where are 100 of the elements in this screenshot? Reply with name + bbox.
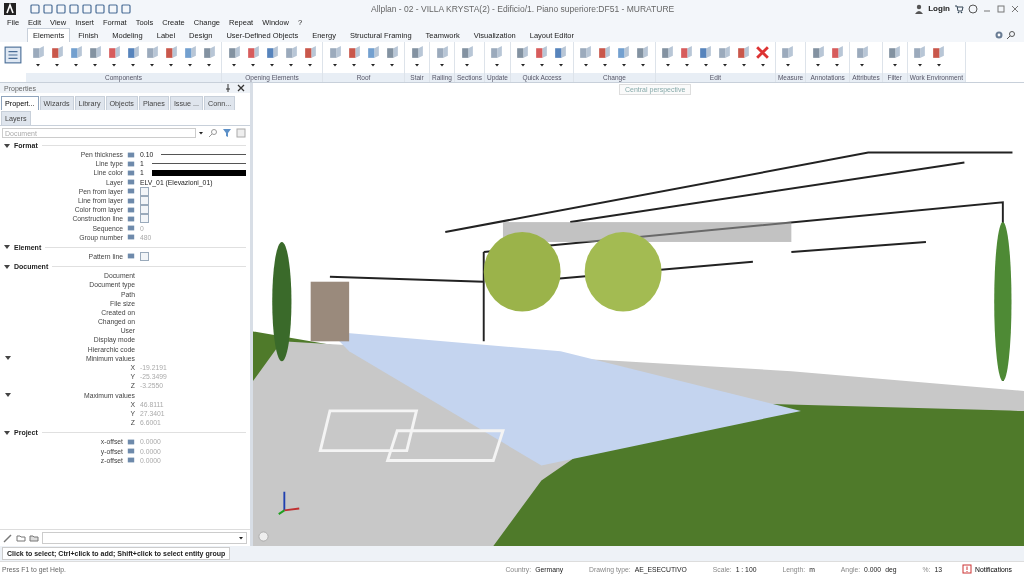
caret-icon (73, 63, 79, 67)
caret-icon (834, 63, 841, 67)
tool-icon (578, 45, 594, 60)
toolbar-icon[interactable] (121, 3, 131, 14)
tool-icon (717, 45, 733, 60)
caret-icon (620, 63, 627, 67)
tool-icon (163, 45, 179, 60)
collapse-triangle-icon[interactable] (5, 393, 11, 398)
caret-icon (464, 63, 470, 67)
checkbox[interactable] (140, 205, 149, 215)
caret-icon (538, 63, 545, 67)
tool-icon (346, 45, 362, 60)
tool-icon (931, 45, 947, 60)
caret-icon (784, 63, 791, 67)
filter-icon[interactable] (222, 128, 232, 138)
caret-icon (238, 536, 244, 540)
tool-icon (434, 45, 450, 60)
tool-icon (409, 45, 425, 60)
pencil-icon[interactable] (3, 533, 13, 543)
search-icon[interactable] (1006, 30, 1016, 40)
caret-icon (332, 63, 338, 67)
caret-icon (206, 63, 212, 67)
collapse-triangle-icon[interactable] (4, 264, 10, 269)
tool-icon (679, 45, 695, 60)
window-title: Allplan - 02 - VILLA KRYSTA(2) - Edificio/1. Piano superiore:DF51 - MURATURE (369, 3, 676, 14)
caret-icon (231, 63, 237, 67)
caret-icon (815, 63, 822, 67)
caret-icon (721, 63, 728, 67)
collapse-triangle-icon[interactable] (4, 143, 10, 148)
tool-icon (887, 45, 903, 60)
checkbox[interactable] (140, 196, 149, 206)
cart-icon[interactable] (954, 3, 964, 14)
maximize-icon[interactable] (996, 3, 1006, 14)
tool-icon (515, 45, 531, 60)
tool-icon (125, 45, 141, 60)
caret-icon (370, 63, 376, 67)
pin-icon[interactable] (223, 83, 233, 93)
caret-icon (439, 63, 445, 67)
navigation-icon[interactable] (258, 531, 269, 542)
caret-icon (493, 63, 500, 67)
tool-icon (780, 45, 796, 60)
list-icon (4, 46, 22, 64)
tool-icon (144, 45, 160, 60)
toolbar-icon[interactable] (43, 3, 53, 14)
caret-icon (740, 63, 747, 67)
search-icon[interactable] (208, 128, 218, 138)
tool-icon (302, 45, 318, 60)
close-icon[interactable] (236, 83, 246, 93)
caret-icon (759, 63, 766, 67)
caret-icon (639, 63, 646, 67)
settings-icon[interactable] (994, 30, 1004, 40)
caret-icon (557, 63, 564, 67)
toolbar-icon[interactable] (56, 3, 66, 14)
login-link[interactable]: Login (928, 4, 950, 13)
checkbox-icon[interactable] (236, 128, 246, 138)
caret-icon (187, 63, 193, 67)
caret-icon (683, 63, 690, 67)
tool-icon (616, 45, 632, 60)
property-icon (127, 252, 135, 261)
dropdown-caret-icon[interactable] (198, 131, 204, 135)
tool-icon (30, 45, 46, 60)
tool-icon (489, 45, 505, 60)
checkbox[interactable] (140, 251, 149, 261)
checkbox[interactable] (140, 214, 149, 224)
collapse-triangle-icon[interactable] (4, 430, 10, 435)
toolbar-icon[interactable] (95, 3, 105, 14)
caret-icon (601, 63, 608, 67)
user-icon (914, 3, 925, 14)
tool-icon (245, 45, 261, 60)
tool-icon (182, 45, 198, 60)
toolbar-icon[interactable] (30, 3, 40, 14)
tool-icon (635, 45, 651, 60)
toolbar-icon[interactable] (69, 3, 79, 14)
tool-icon (68, 45, 84, 60)
toolbar-icon[interactable] (108, 3, 118, 14)
delete-icon (755, 45, 771, 60)
caret-icon (891, 63, 898, 67)
toolbar-icon[interactable] (82, 3, 92, 14)
combo-field[interactable] (42, 532, 247, 544)
caret-icon (130, 63, 136, 67)
caret-icon (916, 63, 923, 67)
tool-icon (553, 45, 569, 60)
caret-icon (414, 63, 420, 67)
collapse-triangle-icon[interactable] (4, 245, 10, 250)
tool-icon (810, 45, 826, 60)
tool-icon (459, 45, 475, 60)
caret-icon (351, 63, 357, 67)
tool-icon (264, 45, 280, 60)
checkbox[interactable] (140, 186, 149, 196)
caret-icon (519, 63, 526, 67)
tool-icon (534, 45, 550, 60)
caret-icon (664, 63, 671, 67)
tool-icon (226, 45, 242, 60)
collapse-triangle-icon[interactable] (5, 356, 11, 361)
caret-icon (269, 63, 275, 67)
tool-icon (106, 45, 122, 60)
caret-icon (250, 63, 256, 67)
caret-icon (288, 63, 294, 67)
caret-icon (859, 63, 866, 67)
tool-icon (327, 45, 343, 60)
